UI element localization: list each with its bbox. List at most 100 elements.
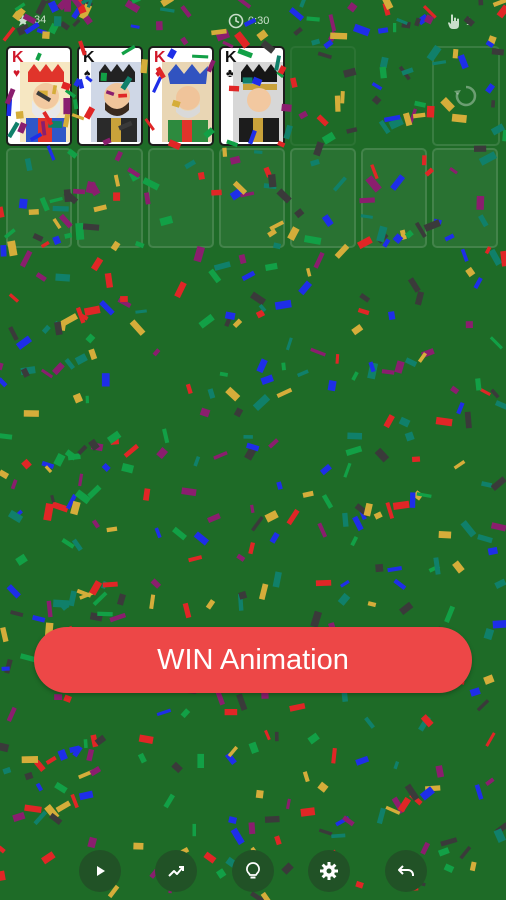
confetti-piece — [420, 841, 431, 855]
confetti-piece — [357, 307, 370, 316]
confetti-piece — [269, 532, 280, 544]
confetti-piece — [75, 306, 86, 324]
confetti-piece — [193, 245, 205, 263]
foundation-diamonds-king[interactable]: K ♦ — [148, 46, 214, 146]
foundation-empty-slot[interactable] — [290, 46, 356, 146]
confetti-piece — [488, 248, 503, 266]
confetti-piece — [133, 842, 144, 850]
play-icon — [97, 866, 105, 876]
confetti-piece — [397, 796, 412, 813]
confetti-piece — [185, 383, 193, 395]
confetti-piece — [106, 430, 122, 444]
confetti-piece — [32, 614, 46, 623]
confetti-piece — [321, 494, 334, 509]
confetti-piece — [87, 836, 98, 849]
confetti-piece — [0, 870, 6, 881]
confetti-piece — [485, 732, 496, 747]
confetti-piece — [63, 694, 73, 703]
confetti-piece — [300, 807, 316, 817]
confetti-piece — [71, 538, 83, 552]
confetti-piece — [97, 611, 113, 617]
confetti-piece — [264, 815, 280, 823]
undo-button[interactable] — [385, 850, 427, 892]
confetti-piece — [236, 693, 248, 711]
win-animation-button[interactable]: WIN Animation — [34, 627, 472, 693]
confetti-piece — [8, 293, 20, 303]
confetti-piece — [256, 358, 268, 374]
confetti-piece — [375, 563, 384, 573]
confetti-piece — [465, 266, 476, 278]
time-stat: 0:30 — [228, 13, 269, 29]
hint-button[interactable] — [232, 850, 274, 892]
tableau-slot[interactable] — [290, 148, 356, 248]
confetti-piece — [345, 445, 363, 456]
confetti-piece — [307, 732, 320, 745]
confetti-piece — [364, 716, 375, 729]
confetti-piece — [44, 803, 60, 821]
confetti-piece — [2, 766, 12, 775]
confetti-piece — [182, 602, 192, 619]
tableau-slot[interactable] — [219, 148, 285, 248]
confetti-piece — [404, 783, 420, 801]
confetti-piece — [102, 581, 118, 588]
king-illustration — [91, 62, 141, 142]
confetti-piece — [21, 458, 32, 470]
confetti-piece — [367, 362, 379, 380]
confetti-piece — [241, 270, 256, 282]
confetti-piece — [116, 593, 126, 606]
tableau-slot[interactable] — [432, 148, 498, 248]
confetti-piece — [404, 357, 418, 368]
confetti-piece — [433, 557, 441, 575]
confetti-piece — [57, 748, 68, 761]
foundation-spades-king[interactable]: K ♠ — [77, 46, 143, 146]
confetti-piece — [163, 793, 175, 809]
confetti-piece — [78, 790, 94, 801]
confetti-piece — [385, 501, 395, 519]
confetti-piece — [264, 510, 279, 523]
confetti-piece — [110, 438, 120, 445]
foundation-clubs-king[interactable]: K ♣ — [219, 46, 285, 146]
confetti-piece — [61, 538, 75, 549]
settings-button[interactable] — [308, 850, 350, 892]
confetti-piece — [440, 837, 458, 847]
confetti-piece — [418, 715, 431, 732]
confetti-piece — [83, 739, 88, 749]
confetti-piece — [85, 333, 96, 344]
confetti-piece — [51, 501, 69, 513]
confetti-piece — [489, 336, 503, 350]
confetti-piece — [192, 823, 196, 837]
tableau-slot[interactable] — [148, 148, 214, 248]
stats-button[interactable] — [155, 850, 197, 892]
confetti-piece — [393, 761, 400, 770]
confetti-piece — [52, 362, 65, 376]
confetti-piece — [401, 67, 414, 76]
status-bar: 34 0:30 1 — [0, 0, 506, 40]
confetti-piece — [172, 526, 187, 541]
confetti-piece — [143, 488, 151, 501]
gear-icon — [320, 862, 338, 880]
foundation-hearts-king[interactable]: K ♥ — [6, 46, 72, 146]
confetti-piece — [456, 401, 465, 415]
confetti-piece — [494, 400, 506, 411]
confetti-piece — [219, 371, 229, 377]
confetti-piece — [213, 261, 231, 271]
confetti-piece — [248, 741, 259, 754]
confetti-piece — [207, 513, 221, 524]
confetti-piece — [12, 811, 26, 823]
confetti-piece — [327, 380, 337, 392]
confetti-piece — [34, 759, 46, 773]
play-button[interactable] — [79, 850, 121, 892]
card-suit: ♦ — [155, 66, 162, 80]
confetti-piece — [45, 755, 57, 765]
confetti-piece — [465, 321, 473, 329]
tableau-slot[interactable] — [361, 148, 427, 248]
tableau-slot[interactable] — [77, 148, 143, 248]
tableau-slot[interactable] — [6, 148, 72, 248]
confetti-piece — [106, 526, 118, 533]
confetti-piece — [0, 362, 4, 371]
confetti-piece — [252, 394, 271, 412]
confetti-piece — [50, 494, 56, 503]
confetti-piece — [24, 771, 34, 781]
recycle-icon[interactable] — [452, 82, 480, 110]
confetti-piece — [129, 319, 146, 336]
